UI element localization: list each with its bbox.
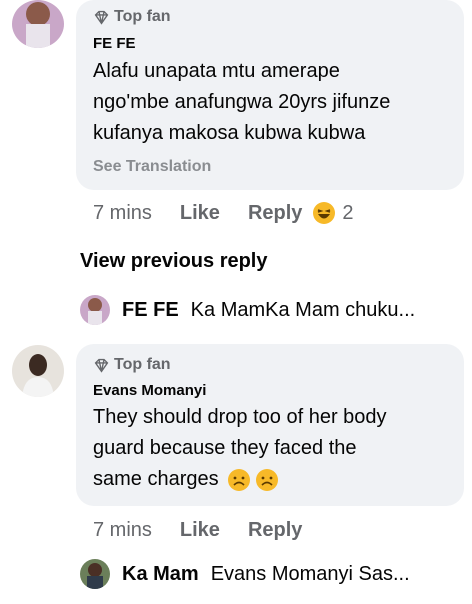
diamond-icon [94,358,109,373]
comment-line: ngo'mbe anafungwa 20yrs jifunze [93,91,391,113]
comment-line: same charges [93,468,219,490]
like-button[interactable]: Like [180,519,220,542]
reply-preview[interactable]: Ka Mam Evans Momanyi Sas... [80,559,410,589]
laugh-emoji-icon [313,202,336,224]
like-button[interactable]: Like [180,202,220,225]
frown-emoji-icon [227,468,250,491]
comment-line: guard because they faced the [93,437,357,459]
top-fan-badge: Top fan [93,356,171,374]
comment-line: Alafu unapata mtu amerape [93,60,340,82]
badge-label: Top fan [114,8,171,25]
avatar-fe-fe-small [80,295,110,325]
comment-line: kufanya makosa kubwa kubwa [93,122,366,144]
comment-line-with-emoji: same charges [93,464,387,495]
comment-author[interactable]: Evans Momanyi [93,382,206,399]
avatar-evans-momanyi[interactable] [12,345,64,397]
avatar-fe-fe[interactable] [12,0,64,48]
reaction-count: 2 [342,201,354,224]
reply-snippet: Evans Momanyi Sas... [210,562,410,585]
comment-actions: 7 mins Like Reply 2 [93,201,354,225]
reply-snippet: Ka MamKa Mam chuku... [190,298,416,321]
comment-text: Alafu unapata mtu amerape ngo'mbe anafun… [93,56,390,149]
avatar-ka-mam-small [80,559,110,589]
comment-text: They should drop too of her body guard b… [93,402,387,495]
top-fan-badge: Top fan [93,8,171,26]
reply-button[interactable]: Reply [248,202,302,225]
badge-label: Top fan [114,356,171,373]
view-previous-reply-link[interactable]: View previous reply [80,250,268,273]
frown-emoji-icon [255,468,278,491]
reply-author: Ka Mam [122,562,199,585]
comment-line: They should drop too of her body [93,406,387,428]
diamond-icon [94,10,109,25]
reply-button[interactable]: Reply [248,519,302,542]
timestamp: 7 mins [93,201,152,224]
reply-author: FE FE [122,298,179,321]
comment-actions: 7 mins Like Reply [93,519,302,542]
reaction-summary[interactable]: 2 [312,201,354,225]
see-translation-link[interactable]: See Translation [93,158,211,176]
timestamp: 7 mins [93,519,152,541]
comment-author[interactable]: FE FE [93,35,136,52]
reply-preview[interactable]: FE FE Ka MamKa Mam chuku... [80,295,415,325]
